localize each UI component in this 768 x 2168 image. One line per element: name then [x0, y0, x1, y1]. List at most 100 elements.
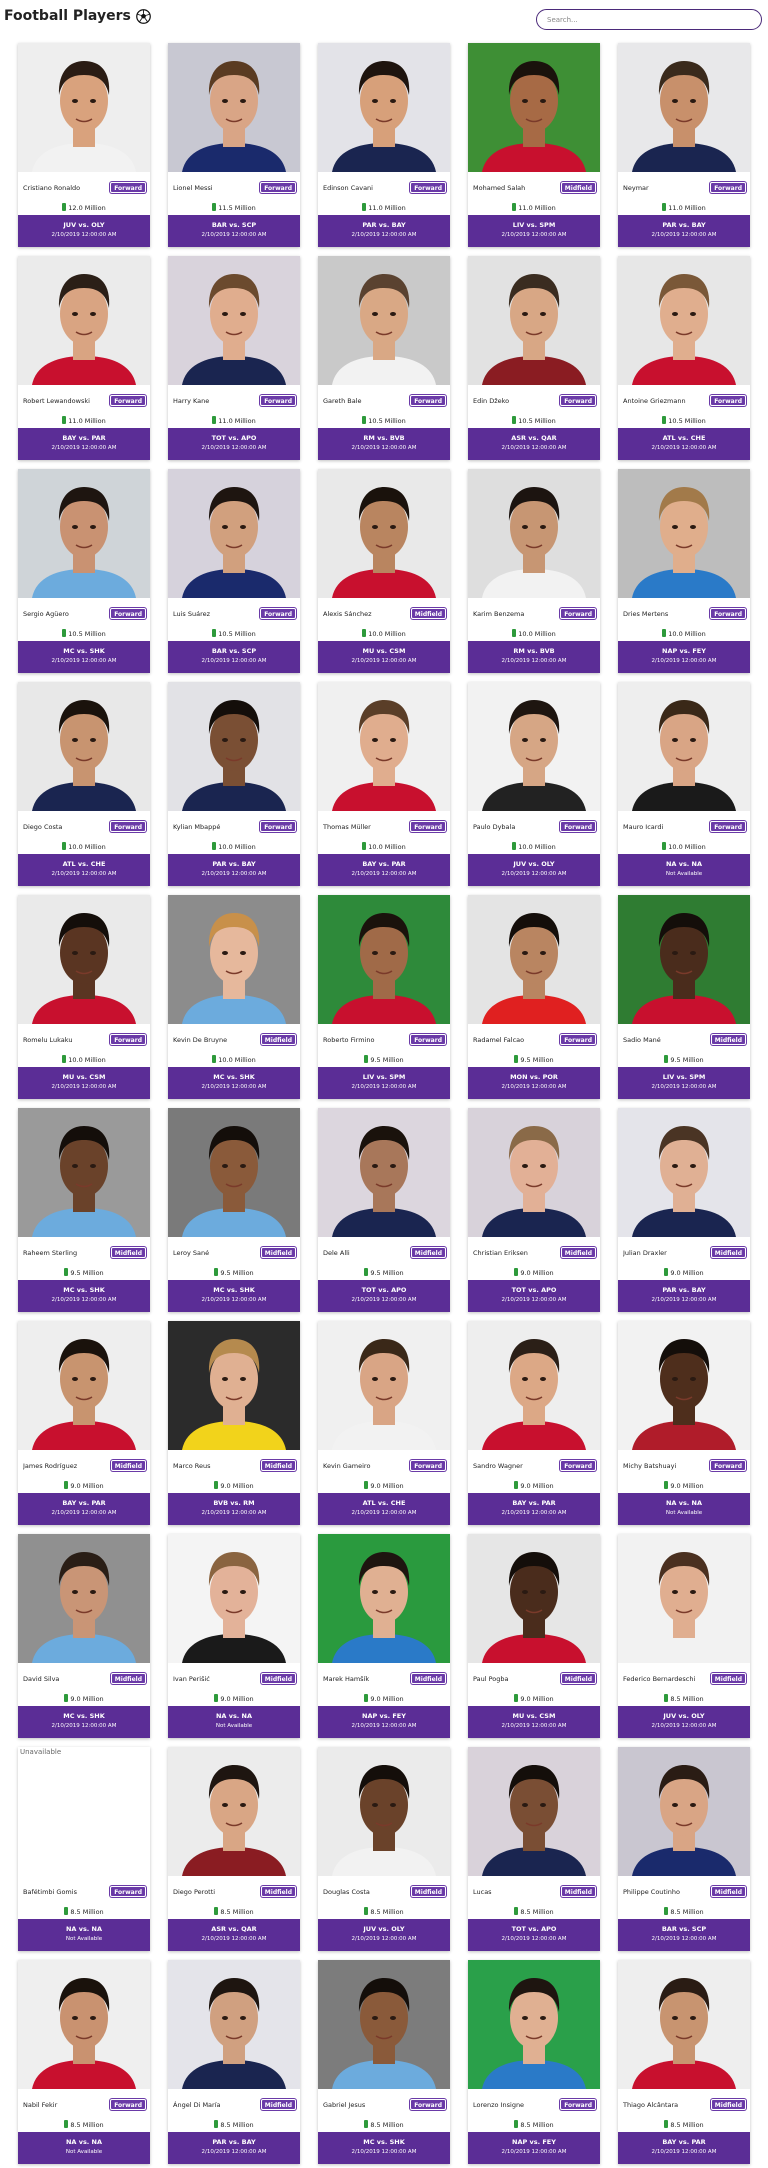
player-card-mauro-icardi[interactable]: Mauro Icardi Forward 10.0 Million NA vs. NA… [618, 682, 750, 886]
market-value: 10.5 Million [468, 416, 600, 425]
player-card-antoine-griezmann[interactable]: Antoine Griezmann Forward 10.5 Million ATL … [618, 256, 750, 460]
player-card-nabil-fekir[interactable]: Nabil Fekir Forward 8.5 Million NA vs. NA No… [18, 1960, 150, 2164]
player-card-luis-suarez[interactable]: Luis Suárez Forward 10.5 Million BAR vs. SC… [168, 469, 300, 673]
player-portrait [168, 256, 300, 385]
search-box[interactable] [536, 9, 762, 30]
player-card-thomas-muller[interactable]: Thomas Müller Forward 10.0 Million BAY vs. … [318, 682, 450, 886]
market-value-text: 10.0 Million [218, 1056, 256, 1064]
player-portrait [318, 1534, 450, 1663]
player-card-michy-batshuayi[interactable]: Michy Batshuayi Forward 9.0 Million NA vs. … [618, 1321, 750, 1525]
match-date: 2/10/2019 12:00:00 AM [501, 1297, 567, 1303]
match-teams: MON vs. POR [510, 1073, 558, 1081]
player-card-kevin-gameiro[interactable]: Kevin Gameiro Forward 9.0 Million ATL vs. C… [318, 1321, 450, 1525]
match-teams: NA vs. NA [215, 1712, 253, 1720]
player-card-karim-benzema[interactable]: Karim Benzema Forward 10.0 Million RM vs. B… [468, 469, 600, 673]
match-teams: PAR vs. BAY [212, 2138, 256, 2146]
player-card-romelu-lukaku[interactable]: Romelu Lukaku Forward 10.0 Million MU vs. C… [18, 895, 150, 1099]
player-photo [168, 1747, 300, 1876]
player-card-gareth-bale[interactable]: Gareth Bale Forward 10.5 Million RM vs. BVB… [318, 256, 450, 460]
player-card-sadio-mane[interactable]: Sadio Mané Midfield 9.5 Million LIV vs. SPM… [618, 895, 750, 1099]
player-card-edinson-cavani[interactable]: Edinson Cavani Forward 11.0 Million PAR vs.… [318, 43, 450, 247]
search-input[interactable] [547, 12, 752, 28]
player-card-diego-costa[interactable]: Diego Costa Forward 10.0 Million ATL vs. CH… [18, 682, 150, 886]
player-card-federico-bernardeschi[interactable]: Federico Bernardeschi Midfield 8.5 Million… [618, 1534, 750, 1738]
market-value: 9.0 Million [168, 1694, 300, 1703]
player-portrait [468, 43, 600, 172]
player-card-kylian-mbappe[interactable]: Kylian Mbappé Forward 10.0 Million PAR vs. … [168, 682, 300, 886]
player-card-mohamed-salah[interactable]: Mohamed Salah Midfield 11.0 Million LIV vs.… [468, 43, 600, 247]
market-value: 9.0 Million [168, 1481, 300, 1490]
position-badge: Forward [410, 395, 446, 406]
player-name: James Rodríguez [23, 1462, 78, 1470]
player-card-david-silva[interactable]: David Silva Midfield 9.0 Million MC vs. SHK… [18, 1534, 150, 1738]
player-card-robert-lewandowski[interactable]: Robert Lewandowski Forward 11.0 Million BAY… [18, 256, 150, 460]
player-portrait [168, 1321, 300, 1450]
player-portrait [318, 1321, 450, 1450]
player-card-radamel-falcao[interactable]: Radamel Falcao Forward 9.5 Million MON vs. … [468, 895, 600, 1099]
player-card-raheem-sterling[interactable]: Raheem Sterling Midfield 9.5 Million MC vs.… [18, 1108, 150, 1312]
player-card-gabriel-jesus[interactable]: Gabriel Jesus Forward 8.5 Million MC vs. SH… [318, 1960, 450, 2164]
player-card-edin-dzeko[interactable]: Edin Džeko Forward 10.5 Million ASR vs. QAR… [468, 256, 600, 460]
player-card-lucas[interactable]: Lucas Midfield 8.5 Million TOT vs. APO 2/10/… [468, 1747, 600, 1951]
market-value-text: 9.0 Million [220, 1482, 254, 1490]
match-info: MC vs. SHK 2/10/2019 12:00:00 AM [18, 1706, 150, 1738]
player-name: Luis Suárez [173, 610, 211, 618]
player-card-lionel-messi[interactable]: Lionel Messi Forward 11.5 Million BAR vs. S… [168, 43, 300, 247]
player-photo [318, 1108, 450, 1237]
player-portrait [618, 1747, 750, 1876]
market-value: 8.5 Million [318, 1907, 450, 1916]
player-card-harry-kane[interactable]: Harry Kane Forward 11.0 Million TOT vs. APO… [168, 256, 300, 460]
player-card-roberto-firmino[interactable]: Roberto Firmino Forward 9.5 Million LIV vs.… [318, 895, 450, 1099]
player-card-christian-eriksen[interactable]: Christian Eriksen Midfield 9.0 Million TOT … [468, 1108, 600, 1312]
money-icon [514, 1907, 519, 1915]
player-card-philippe-coutinho[interactable]: Philippe Coutinho Midfield 8.5 Million BAR … [618, 1747, 750, 1951]
player-card-paul-pogba[interactable]: Paul Pogba Midfield 9.0 Million MU vs. CSM 2… [468, 1534, 600, 1738]
player-card-ivan-perisic[interactable]: Ivan Perišić Midfield 9.0 Million NA vs. NA… [168, 1534, 300, 1738]
player-photo [168, 895, 300, 1024]
market-value: 10.0 Million [18, 1055, 150, 1064]
position-badge: Midfield [710, 1673, 746, 1684]
player-card-thiago-alcantara[interactable]: Thiago Alcântara Midfield 8.5 Million BAY v… [618, 1960, 750, 2164]
position-badge: Forward [110, 1034, 146, 1045]
player-card-marco-reus[interactable]: Marco Reus Midfield 9.0 Million BVB vs. RM 2… [168, 1321, 300, 1525]
position-badge: Forward [560, 1034, 596, 1045]
money-icon [214, 1268, 219, 1276]
player-card-angel-di-maria[interactable]: Ángel Di María Midfield 8.5 Million PAR vs.… [168, 1960, 300, 2164]
player-card-marek-hamsik[interactable]: Marek Hamšík Midfield 9.0 Million NAP vs. F… [318, 1534, 450, 1738]
player-card-bafetimbi-gomis[interactable]: Unavailable Bafétimbi Gomis Forward 8.5 Mil… [18, 1747, 150, 1951]
player-card-sergio-aguero[interactable]: Sergio Agüero Forward 10.5 Million MC vs. S… [18, 469, 150, 673]
player-card-kevin-de-bruyne[interactable]: Kevin De Bruyne Midfield 10.0 Million MC vs… [168, 895, 300, 1099]
player-card-cristiano-ronaldo[interactable]: Cristiano Ronaldo Forward 12.0 Million JUV … [18, 43, 150, 247]
player-name: Dele Alli [323, 1249, 350, 1257]
market-value: 8.5 Million [18, 2120, 150, 2129]
market-value-text: 12.0 Million [68, 204, 106, 212]
player-photo [468, 256, 600, 385]
player-card-alexis-sanchez[interactable]: Alexis Sánchez Midfield 10.0 Million MU vs.… [318, 469, 450, 673]
market-value-text: 10.5 Million [518, 417, 556, 425]
market-value: 10.0 Million [618, 842, 750, 851]
player-name: Diego Perotti [173, 1888, 216, 1896]
player-photo [468, 1534, 600, 1663]
money-icon [514, 1694, 519, 1702]
player-card-leroy-sane[interactable]: Leroy Sané Midfield 9.5 Million MC vs. SHK 2… [168, 1108, 300, 1312]
player-card-paulo-dybala[interactable]: Paulo Dybala Forward 10.0 Million JUV vs. O… [468, 682, 600, 886]
player-photo [468, 1960, 600, 2089]
player-name: Antoine Griezmann [623, 397, 686, 405]
player-card-dele-alli[interactable]: Dele Alli Midfield 9.5 Million TOT vs. APO 2… [318, 1108, 450, 1312]
player-card-dries-mertens[interactable]: Dries Mertens Forward 10.0 Million NAP vs. … [618, 469, 750, 673]
match-teams: LIV vs. SPM [362, 1073, 406, 1081]
player-card-lorenzo-insigne[interactable]: Lorenzo Insigne Forward 8.5 Million NAP vs.… [468, 1960, 600, 2164]
match-date: 2/10/2019 12:00:00 AM [651, 1723, 717, 1729]
player-card-diego-perotti[interactable]: Diego Perotti Midfield 8.5 Million ASR vs. … [168, 1747, 300, 1951]
player-card-sandro-wagner[interactable]: Sandro Wagner Forward 9.0 Million BAY vs. P… [468, 1321, 600, 1525]
money-icon [214, 1481, 219, 1489]
player-card-neymar[interactable]: Neymar Forward 11.0 Million PAR vs. BAY 2/10… [618, 43, 750, 247]
player-card-julian-draxler[interactable]: Julian Draxler Midfield 9.0 Million PAR vs.… [618, 1108, 750, 1312]
match-date: 2/10/2019 12:00:00 AM [51, 1297, 117, 1303]
player-portrait [18, 469, 150, 598]
money-icon [212, 1055, 217, 1063]
player-card-james-rodriguez[interactable]: James Rodríguez Midfield 9.0 Million BAY vs… [18, 1321, 150, 1525]
player-portrait [468, 1960, 600, 2089]
market-value-text: 10.0 Million [368, 843, 406, 851]
player-card-douglas-costa[interactable]: Douglas Costa Midfield 8.5 Million JUV vs. … [318, 1747, 450, 1951]
